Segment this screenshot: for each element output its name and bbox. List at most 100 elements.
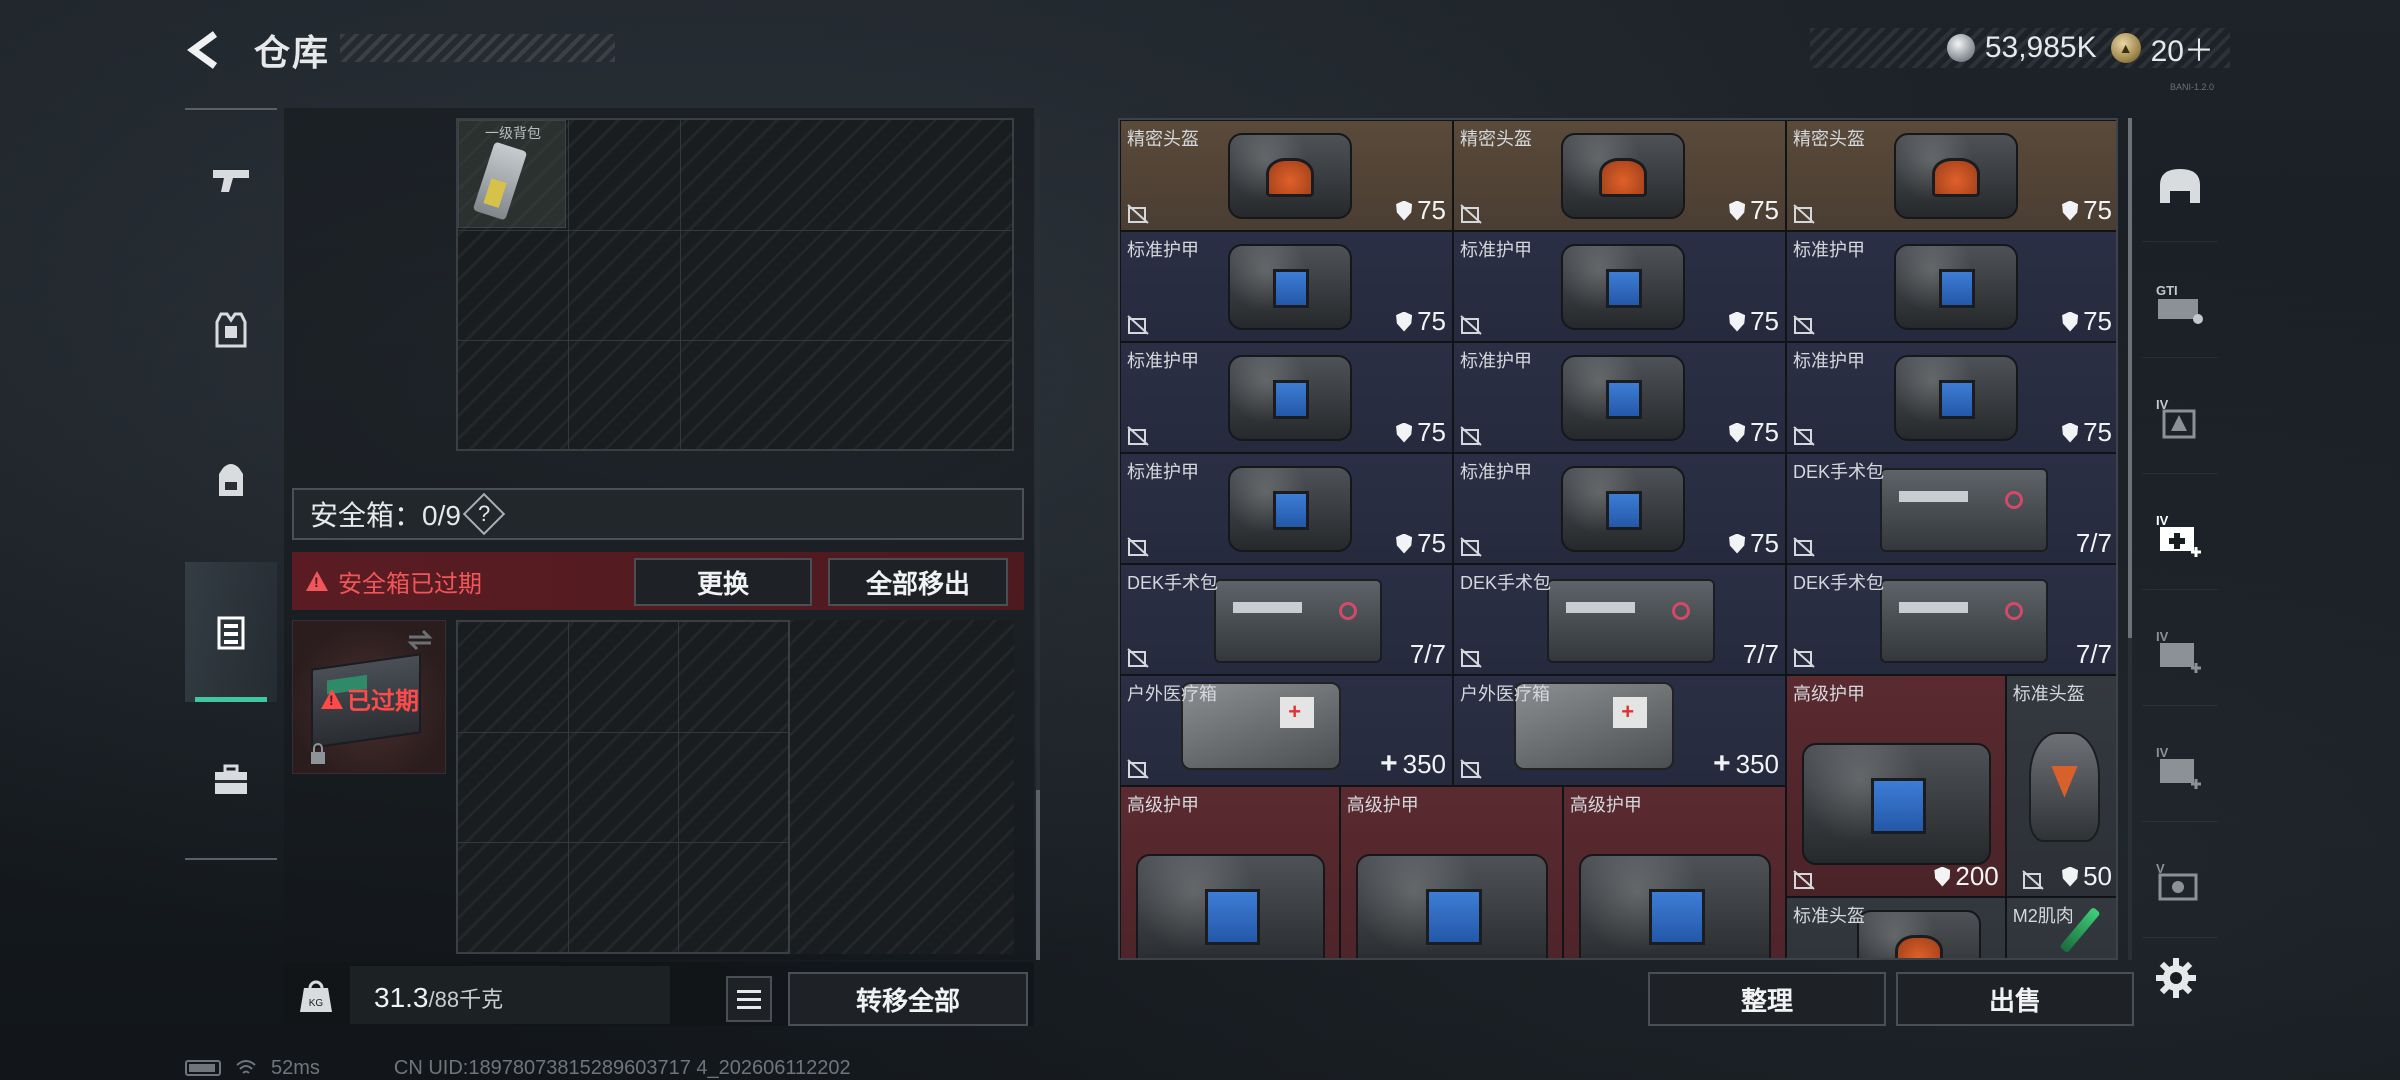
inventory-item[interactable]: 高级护甲 xyxy=(1562,786,1786,958)
backpack-item-card[interactable]: 一级背包 xyxy=(458,120,566,228)
inventory-item[interactable]: 高级护甲 200 xyxy=(1786,675,2006,897)
inventory-item[interactable]: 精密头盔 75 xyxy=(1120,120,1453,231)
tab-helmet[interactable] xyxy=(2142,132,2218,242)
item-name: DEK手术包 xyxy=(1793,573,1885,593)
inventory-item[interactable]: DEK手术包 7/7 xyxy=(1786,453,2116,564)
move-all-out-button[interactable]: 全部移出 xyxy=(828,558,1008,606)
currency-gold[interactable]: ▲ 20＋ xyxy=(2110,26,2214,70)
item-name: DEK手术包 xyxy=(1460,573,1552,593)
no-insure-icon xyxy=(1127,315,1149,335)
shield-icon xyxy=(1729,533,1746,554)
shield-icon xyxy=(1396,311,1413,332)
item-value: 7/7 xyxy=(1409,639,1446,669)
uid-text: CN UID:18978073815289603717 4_2026061122… xyxy=(393,1056,851,1079)
inventory-item[interactable]: 高级护甲 xyxy=(1339,786,1563,958)
svg-text:GTI: GTI xyxy=(2156,283,2178,298)
inventory-item[interactable]: 精密头盔 75 xyxy=(1453,120,1786,231)
inventory-item[interactable]: 标准护甲 75 xyxy=(1786,342,2116,453)
left-scrollbar-thumb[interactable] xyxy=(1036,790,1040,960)
tab-gti[interactable]: GTI xyxy=(2142,248,2218,358)
settings-gear-icon[interactable] xyxy=(2152,954,2200,1002)
inventory-item[interactable]: 标准护甲 75 xyxy=(1453,231,1786,342)
tab-ammo-v[interactable]: V xyxy=(2142,828,2218,938)
item-value: +350 xyxy=(1380,747,1446,780)
item-value: 75 xyxy=(1729,528,1779,559)
inventory-item[interactable]: 标准护甲 75 xyxy=(1453,342,1786,453)
help-icon[interactable]: ? xyxy=(462,492,506,536)
item-value: 200 xyxy=(1934,861,1999,892)
lock-icon xyxy=(311,743,325,764)
no-insure-icon xyxy=(1460,426,1482,446)
sort-button[interactable]: 整理 xyxy=(1648,972,1886,1026)
shield-icon xyxy=(1396,533,1413,554)
armor-item-icon xyxy=(1560,466,1685,552)
inventory-item[interactable]: 标准护甲 75 xyxy=(1120,231,1453,342)
armor-item-icon xyxy=(1560,244,1685,330)
inventory-item[interactable]: 标准护甲 75 xyxy=(1786,231,2116,342)
shield-icon xyxy=(2062,866,2079,887)
safebox-grid[interactable] xyxy=(456,620,790,954)
item-name: 高级护甲 xyxy=(1569,795,1642,815)
no-insure-icon xyxy=(1793,204,1815,224)
inventory-item[interactable]: 标准护甲 75 xyxy=(1120,342,1453,453)
inventory-item[interactable]: 精密头盔 75 xyxy=(1786,120,2116,231)
item-value: 75 xyxy=(1729,306,1779,337)
inventory-item[interactable]: 标准头盔 50 xyxy=(2005,675,2116,897)
armor-item-icon xyxy=(1893,355,2018,441)
tab-weapons[interactable] xyxy=(185,110,277,250)
armor-item-icon xyxy=(1227,355,1352,441)
inventory-item[interactable]: DEK手术包 7/7 xyxy=(1453,564,1786,675)
item-name: 标准护甲 xyxy=(1460,351,1532,371)
safebox-card[interactable]: 已过期 xyxy=(292,620,446,774)
item-name: 标准护甲 xyxy=(1127,240,1199,260)
list-view-button[interactable] xyxy=(726,976,772,1022)
item-name: 精密头盔 xyxy=(1460,129,1532,149)
inventory-item[interactable]: 户外医疗箱 +350 xyxy=(1453,675,1786,786)
transfer-all-button[interactable]: 转移全部 xyxy=(788,972,1028,1026)
shield-icon xyxy=(1729,422,1746,443)
expired-warning-icon xyxy=(321,688,343,709)
title-decoration xyxy=(340,34,615,62)
tab-safebox[interactable] xyxy=(185,562,277,702)
tab-backpack[interactable] xyxy=(185,410,277,550)
item-value: 75 xyxy=(2062,306,2112,337)
inventory-item[interactable]: 标准护甲 75 xyxy=(1120,453,1453,564)
svg-text:IV: IV xyxy=(2156,745,2169,760)
item-value: 75 xyxy=(2062,195,2112,226)
tab-med-iv-active[interactable]: IV xyxy=(2142,480,2218,590)
item-name: 精密头盔 xyxy=(1793,129,1865,149)
tab-med-iv-3[interactable]: IV xyxy=(2142,712,2218,822)
inventory-item[interactable]: M2肌肉 xyxy=(2005,897,2116,958)
inventory-grid[interactable]: 精密头盔 75 精密头盔 75 精密头盔 75 标准护甲 75 标准护甲 75 标准护甲 75 标准护甲… xyxy=(1118,118,2118,960)
left-tab-rail xyxy=(185,108,277,860)
ammo-v-icon: V xyxy=(2156,861,2198,900)
item-value: 75 xyxy=(1396,528,1446,559)
inventory-item[interactable]: 标准护甲 75 xyxy=(1453,453,1786,564)
expired-warning-text: 安全箱已过期 xyxy=(338,570,482,598)
inventory-item[interactable]: DEK手术包 7/7 xyxy=(1786,564,2116,675)
inventory-item[interactable]: 标准头盔 xyxy=(1786,897,2006,958)
tab-med-iv-2[interactable]: IV xyxy=(2142,596,2218,706)
inventory-scrollbar-thumb[interactable] xyxy=(2128,118,2132,638)
tab-armor[interactable] xyxy=(185,260,277,400)
no-insure-icon xyxy=(1127,648,1149,668)
surgery-kit-item-icon xyxy=(1880,579,2049,663)
no-insure-icon xyxy=(1793,648,1815,668)
tab-toolbox[interactable] xyxy=(185,710,277,850)
armor-item-icon xyxy=(1893,244,2018,330)
gold-amount: 20＋ xyxy=(2150,35,2214,68)
replace-button[interactable]: 更换 xyxy=(634,558,812,606)
inventory-item[interactable]: 高级护甲 xyxy=(1120,786,1340,958)
back-button[interactable] xyxy=(183,28,227,72)
surgery-kit-item-icon xyxy=(1880,468,2049,552)
armor-iv-icon: IV xyxy=(2156,397,2196,438)
safebox-capacity-bar: 安全箱：0/9 ? xyxy=(292,488,1024,540)
inventory-item[interactable]: DEK手术包 7/7 xyxy=(1120,564,1453,675)
shield-icon xyxy=(1396,200,1413,221)
sell-button[interactable]: 出售 xyxy=(1896,972,2134,1026)
inventory-item[interactable]: 户外医疗箱 +350 xyxy=(1120,675,1453,786)
pistol-icon xyxy=(213,170,249,192)
tab-armor-iv[interactable]: IV xyxy=(2142,364,2218,474)
currency-silver[interactable]: 53,985K xyxy=(1946,31,2097,65)
item-name: 户外医疗箱 xyxy=(1460,684,1550,704)
